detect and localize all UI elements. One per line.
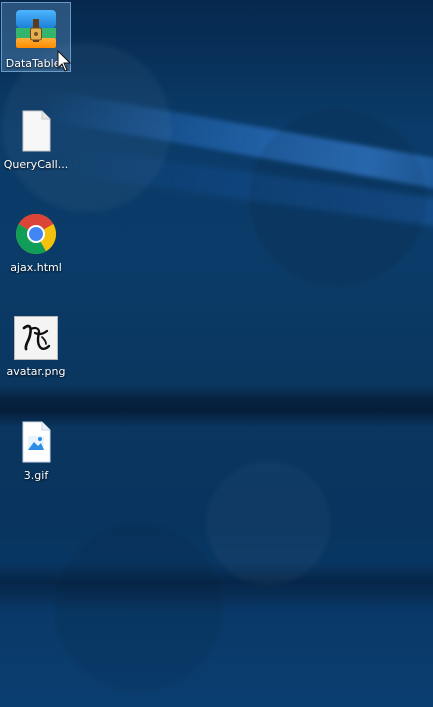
wallpaper-dark-band-lower xyxy=(0,562,433,612)
desktop-icon-label: QueryCall... xyxy=(3,158,69,171)
file-icon xyxy=(12,107,60,155)
wallpaper-light-beam-secondary xyxy=(60,145,433,233)
archive-icon xyxy=(12,6,60,54)
wallpaper-light-beam xyxy=(40,89,433,201)
desktop-icon-label: ajax.html xyxy=(10,261,62,274)
desktop-icon-avatar-png[interactable]: avatar.png xyxy=(1,311,71,381)
desktop-icon-label: 3.gif xyxy=(23,469,49,482)
desktop-icon-ajax-html[interactable]: ajax.html xyxy=(1,207,71,277)
desktop: DataTables QueryCall... ajax.html avatar… xyxy=(0,0,433,707)
desktop-icon-label: DataTables xyxy=(5,57,67,70)
image-file-icon xyxy=(12,418,60,466)
avatar-image-icon xyxy=(12,314,60,362)
desktop-icon-querycall[interactable]: QueryCall... xyxy=(1,104,71,174)
desktop-icon-datatables[interactable]: DataTables xyxy=(1,2,71,72)
desktop-icon-label: avatar.png xyxy=(6,365,66,378)
desktop-icon-3-gif[interactable]: 3.gif xyxy=(1,415,71,485)
chrome-icon xyxy=(12,210,60,258)
